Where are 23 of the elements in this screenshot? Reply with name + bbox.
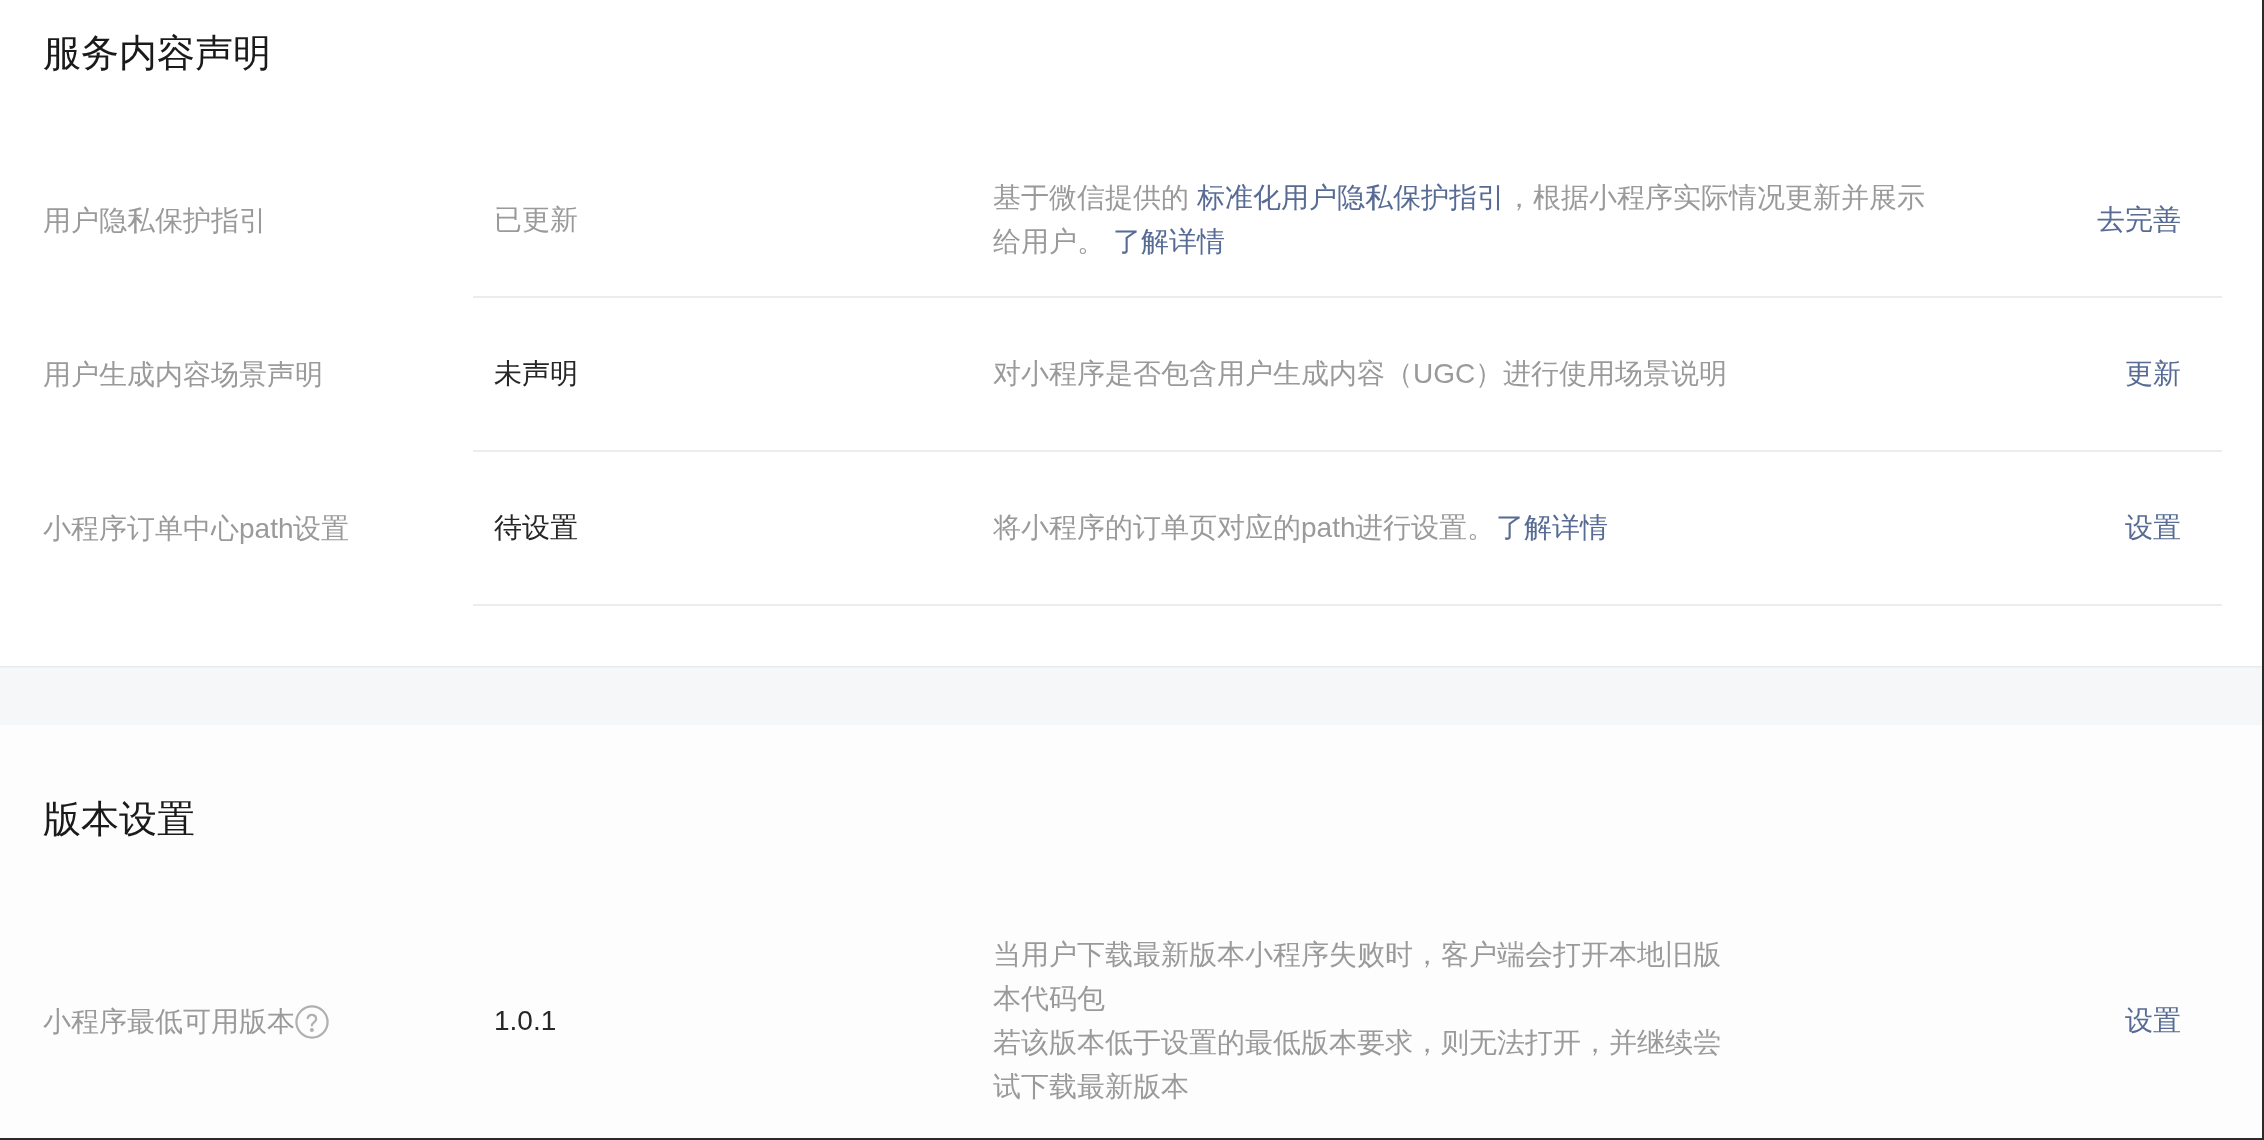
inline-link[interactable]: 了解详情 (1112, 226, 1225, 257)
action-link[interactable]: 更新 (2125, 352, 2181, 396)
action-link[interactable]: 设置 (2125, 999, 2181, 1043)
action-link[interactable]: 设置 (2125, 506, 2181, 550)
description-text: 对小程序是否包含用户生成内容（UGC）进行使用场景说明 (993, 357, 1729, 391)
row-label: 小程序订单中心path设置 (43, 512, 350, 546)
value-text: 未声明 (494, 358, 578, 389)
row-label: 小程序最低可用版本 (43, 1005, 295, 1039)
description-text: 当用户下载最新版本小程序失败时，客户端会打开本地旧版本代码包 (993, 938, 1722, 1016)
row-label: 用户生成内容场景声明 (43, 358, 323, 392)
inline-link[interactable]: 了解详情 (1495, 512, 1608, 543)
description-text: 若该版本低于设置的最低版本要求，则无法打开，并继续尝试下载最新版本 (993, 1026, 1722, 1104)
help-icon[interactable] (295, 1005, 329, 1039)
description-text: 基于微信提供的 标准化用户隐私保护指引，根据小程序实际情况更新并展示给用户。 了解详情 (993, 181, 1926, 259)
section-title: 服务内容声明 (43, 31, 271, 76)
action-link[interactable]: 去完善 (2097, 198, 2181, 242)
value-text: 已更新 (494, 204, 578, 235)
section-title: 版本设置 (43, 797, 195, 842)
value-text: 待设置 (494, 512, 578, 543)
inline-link[interactable]: 标准化用户隐私保护指引 (1196, 182, 1505, 213)
description-text: 将小程序的订单页对应的path进行设置。了解详情 (993, 511, 1609, 545)
row-label: 用户隐私保护指引 (43, 204, 267, 238)
value-text: 1.0.1 (494, 1005, 557, 1036)
